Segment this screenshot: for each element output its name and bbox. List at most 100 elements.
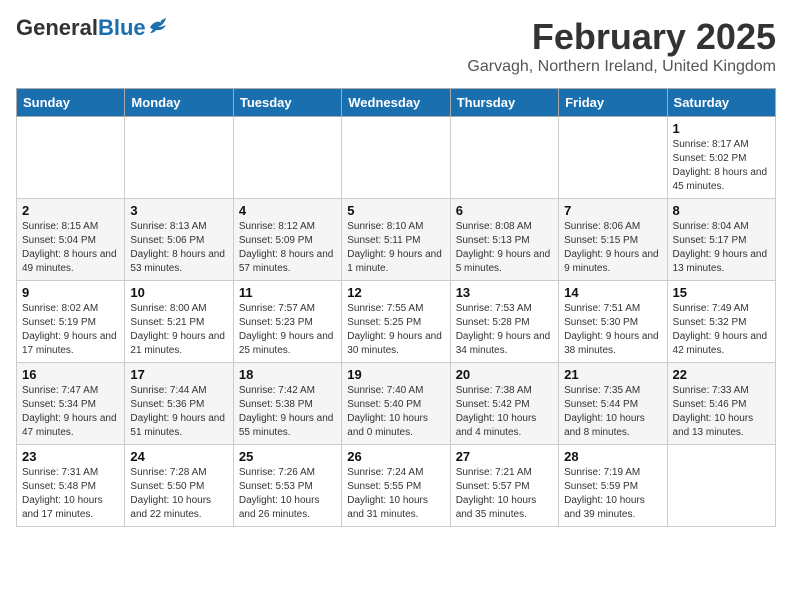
day-number: 6 — [456, 203, 553, 218]
day-number: 23 — [22, 449, 119, 464]
calendar-cell: 14 Sunrise: 7:51 AM Sunset: 5:30 PM Dayli… — [559, 281, 667, 363]
day-info: Sunrise: 8:08 AM Sunset: 5:13 PM Dayligh… — [456, 220, 553, 276]
day-info: Sunrise: 7:28 AM Sunset: 5:50 PM Dayligh… — [130, 466, 227, 522]
day-number: 9 — [22, 285, 119, 300]
calendar-cell: 22 Sunrise: 7:33 AM Sunset: 5:46 PM Dayli… — [667, 363, 775, 445]
day-info: Sunrise: 8:00 AM Sunset: 5:21 PM Dayligh… — [130, 302, 227, 358]
day-info: Sunrise: 8:13 AM Sunset: 5:06 PM Dayligh… — [130, 220, 227, 276]
day-number: 19 — [347, 367, 444, 382]
calendar-cell: 8 Sunrise: 8:04 AM Sunset: 5:17 PM Daylig… — [667, 199, 775, 281]
calendar-cell: 7Sunrise: 8:06 AM Sunset: 5:15 PM Daylig… — [559, 199, 667, 281]
weekday-header-thursday: Thursday — [450, 89, 558, 117]
title-block: February 2025 Garvagh, Northern Ireland,… — [467, 16, 776, 76]
calendar-cell: 12 Sunrise: 7:55 AM Sunset: 5:25 PM Dayli… — [342, 281, 450, 363]
day-info: Sunrise: 8:10 AM Sunset: 5:11 PM Dayligh… — [347, 220, 444, 276]
calendar-cell: 15 Sunrise: 7:49 AM Sunset: 5:32 PM Dayli… — [667, 281, 775, 363]
calendar-cell: 27 Sunrise: 7:21 AM Sunset: 5:57 PM Dayli… — [450, 445, 558, 527]
logo: GeneralBlue — [16, 16, 170, 40]
day-info: Sunrise: 7:38 AM Sunset: 5:42 PM Dayligh… — [456, 384, 553, 440]
calendar-cell: 25 Sunrise: 7:26 AM Sunset: 5:53 PM Dayli… — [233, 445, 341, 527]
calendar-cell: 6 Sunrise: 8:08 AM Sunset: 5:13 PM Daylig… — [450, 199, 558, 281]
day-number: 18 — [239, 367, 336, 382]
weekday-header-sunday: Sunday — [17, 89, 125, 117]
calendar-cell — [342, 117, 450, 199]
calendar-cell: 2 Sunrise: 8:15 AM Sunset: 5:04 PM Daylig… — [17, 199, 125, 281]
day-info: Sunrise: 7:33 AM Sunset: 5:46 PM Dayligh… — [673, 384, 770, 440]
day-info: Sunrise: 8:02 AM Sunset: 5:19 PM Dayligh… — [22, 302, 119, 358]
calendar-cell: 4 Sunrise: 8:12 AM Sunset: 5:09 PM Daylig… — [233, 199, 341, 281]
day-number: 17 — [130, 367, 227, 382]
calendar-week-row: 9 Sunrise: 8:02 AM Sunset: 5:19 PM Daylig… — [17, 281, 776, 363]
weekday-header-monday: Monday — [125, 89, 233, 117]
day-number: 4 — [239, 203, 336, 218]
day-info: Sunrise: 7:21 AM Sunset: 5:57 PM Dayligh… — [456, 466, 553, 522]
calendar-cell — [233, 117, 341, 199]
day-number: 8 — [673, 203, 770, 218]
day-info: Sunrise: 8:17 AM Sunset: 5:02 PM Dayligh… — [673, 138, 770, 194]
day-number: 22 — [673, 367, 770, 382]
logo-blue: Blue — [98, 15, 146, 40]
month-title: February 2025 — [467, 16, 776, 58]
day-info: Sunrise: 7:40 AM Sunset: 5:40 PM Dayligh… — [347, 384, 444, 440]
day-info: Sunrise: 8:06 AM Sunset: 5:15 PM Dayligh… — [564, 220, 661, 276]
calendar-cell — [125, 117, 233, 199]
calendar-cell: 11 Sunrise: 7:57 AM Sunset: 5:23 PM Dayli… — [233, 281, 341, 363]
day-info: Sunrise: 7:47 AM Sunset: 5:34 PM Dayligh… — [22, 384, 119, 440]
day-number: 12 — [347, 285, 444, 300]
calendar-table: SundayMondayTuesdayWednesdayThursdayFrid… — [16, 88, 776, 527]
day-number: 13 — [456, 285, 553, 300]
day-info: Sunrise: 7:49 AM Sunset: 5:32 PM Dayligh… — [673, 302, 770, 358]
location: Garvagh, Northern Ireland, United Kingdo… — [467, 58, 776, 76]
day-info: Sunrise: 7:53 AM Sunset: 5:28 PM Dayligh… — [456, 302, 553, 358]
calendar-cell: 26 Sunrise: 7:24 AM Sunset: 5:55 PM Dayli… — [342, 445, 450, 527]
weekday-header-wednesday: Wednesday — [342, 89, 450, 117]
logo-bird-icon — [148, 17, 170, 35]
calendar-cell: 28 Sunrise: 7:19 AM Sunset: 5:59 PM Dayli… — [559, 445, 667, 527]
day-info: Sunrise: 7:55 AM Sunset: 5:25 PM Dayligh… — [347, 302, 444, 358]
calendar-cell: 5 Sunrise: 8:10 AM Sunset: 5:11 PM Daylig… — [342, 199, 450, 281]
day-number: 3 — [130, 203, 227, 218]
day-number: 25 — [239, 449, 336, 464]
calendar-cell: 18 Sunrise: 7:42 AM Sunset: 5:38 PM Dayli… — [233, 363, 341, 445]
day-number: 2 — [22, 203, 119, 218]
day-number: 21 — [564, 367, 661, 382]
calendar-week-row: 1 Sunrise: 8:17 AM Sunset: 5:02 PM Daylig… — [17, 117, 776, 199]
calendar-cell: 16 Sunrise: 7:47 AM Sunset: 5:34 PM Dayli… — [17, 363, 125, 445]
calendar-cell: 24Sunrise: 7:28 AM Sunset: 5:50 PM Dayli… — [125, 445, 233, 527]
day-info: Sunrise: 7:51 AM Sunset: 5:30 PM Dayligh… — [564, 302, 661, 358]
day-info: Sunrise: 7:57 AM Sunset: 5:23 PM Dayligh… — [239, 302, 336, 358]
day-number: 26 — [347, 449, 444, 464]
day-number: 1 — [673, 121, 770, 136]
calendar-cell: 23 Sunrise: 7:31 AM Sunset: 5:48 PM Dayli… — [17, 445, 125, 527]
logo-text: GeneralBlue — [16, 16, 146, 40]
weekday-header-saturday: Saturday — [667, 89, 775, 117]
day-number: 15 — [673, 285, 770, 300]
day-number: 28 — [564, 449, 661, 464]
day-info: Sunrise: 8:12 AM Sunset: 5:09 PM Dayligh… — [239, 220, 336, 276]
calendar-cell: 13 Sunrise: 7:53 AM Sunset: 5:28 PM Dayli… — [450, 281, 558, 363]
day-info: Sunrise: 7:26 AM Sunset: 5:53 PM Dayligh… — [239, 466, 336, 522]
day-info: Sunrise: 7:24 AM Sunset: 5:55 PM Dayligh… — [347, 466, 444, 522]
day-info: Sunrise: 8:15 AM Sunset: 5:04 PM Dayligh… — [22, 220, 119, 276]
day-number: 27 — [456, 449, 553, 464]
calendar-cell: 19 Sunrise: 7:40 AM Sunset: 5:40 PM Dayli… — [342, 363, 450, 445]
day-info: Sunrise: 7:19 AM Sunset: 5:59 PM Dayligh… — [564, 466, 661, 522]
day-number: 10 — [130, 285, 227, 300]
calendar-cell: 1 Sunrise: 8:17 AM Sunset: 5:02 PM Daylig… — [667, 117, 775, 199]
calendar-header: SundayMondayTuesdayWednesdayThursdayFrid… — [17, 89, 776, 117]
page-header: GeneralBlue February 2025 Garvagh, North… — [16, 16, 776, 76]
day-info: Sunrise: 7:42 AM Sunset: 5:38 PM Dayligh… — [239, 384, 336, 440]
calendar-cell — [450, 117, 558, 199]
day-number: 5 — [347, 203, 444, 218]
calendar-cell — [559, 117, 667, 199]
day-number: 11 — [239, 285, 336, 300]
calendar-cell: 17Sunrise: 7:44 AM Sunset: 5:36 PM Dayli… — [125, 363, 233, 445]
day-info: Sunrise: 7:31 AM Sunset: 5:48 PM Dayligh… — [22, 466, 119, 522]
weekday-header-row: SundayMondayTuesdayWednesdayThursdayFrid… — [17, 89, 776, 117]
calendar-cell: 3 Sunrise: 8:13 AM Sunset: 5:06 PM Daylig… — [125, 199, 233, 281]
calendar-cell: 20Sunrise: 7:38 AM Sunset: 5:42 PM Dayli… — [450, 363, 558, 445]
day-number: 16 — [22, 367, 119, 382]
day-info: Sunrise: 8:04 AM Sunset: 5:17 PM Dayligh… — [673, 220, 770, 276]
calendar-week-row: 23 Sunrise: 7:31 AM Sunset: 5:48 PM Dayli… — [17, 445, 776, 527]
day-number: 14 — [564, 285, 661, 300]
